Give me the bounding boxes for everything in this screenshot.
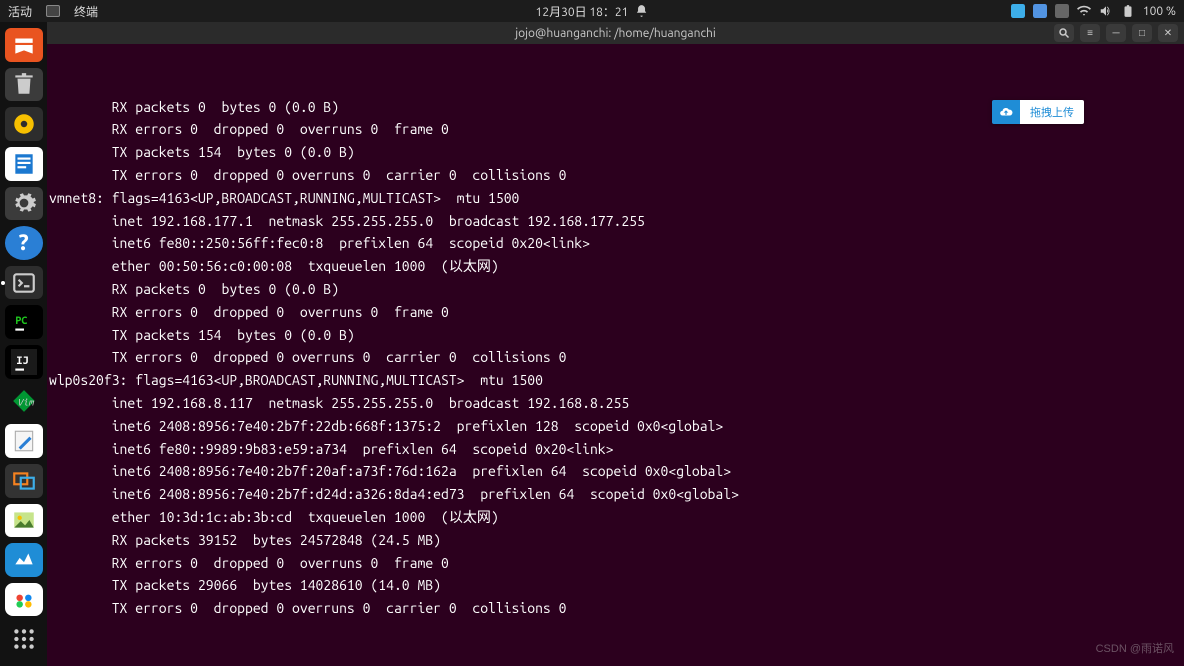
tray-app-3-icon[interactable] — [1055, 4, 1069, 18]
dock-text-editor[interactable] — [5, 424, 43, 458]
terminal-line: RX errors 0 dropped 0 overruns 0 frame 0 — [49, 552, 1178, 575]
watermark: CSDN @雨诺风 — [1096, 640, 1174, 656]
dock-help[interactable]: ? — [5, 226, 43, 260]
dock-ubuntu-software[interactable] — [5, 28, 43, 62]
search-button[interactable] — [1054, 24, 1074, 42]
dock-vim[interactable]: Vim — [5, 385, 43, 419]
volume-icon[interactable] — [1099, 4, 1113, 18]
terminal-line: inet6 fe80::250:56ff:fec0:8 prefixlen 64… — [49, 232, 1178, 255]
dock-trash[interactable] — [5, 68, 43, 102]
terminal-output: RX packets 0 bytes 0 (0.0 B) RX errors 0… — [49, 96, 1178, 620]
battery-icon[interactable] — [1121, 4, 1135, 18]
terminal-line: ether 10:3d:1c:ab:3b:cd txqueuelen 1000 … — [49, 506, 1178, 529]
tray-app-2-icon[interactable] — [1033, 4, 1047, 18]
maximize-button[interactable]: □ — [1132, 24, 1152, 42]
terminal-line: TX packets 154 bytes 0 (0.0 B) — [49, 141, 1178, 164]
wifi-icon[interactable] — [1077, 4, 1091, 18]
dock-libreoffice-writer[interactable] — [5, 147, 43, 181]
minimize-button[interactable]: ─ — [1106, 24, 1126, 42]
menu-button[interactable]: ≡ — [1080, 24, 1100, 42]
dock-baidu-disk[interactable] — [5, 583, 43, 617]
terminal-line: RX packets 39152 bytes 24572848 (24.5 MB… — [49, 529, 1178, 552]
close-button[interactable]: ✕ — [1158, 24, 1178, 42]
dock-settings[interactable] — [5, 187, 43, 221]
terminal-line: inet 192.168.177.1 netmask 255.255.255.0… — [49, 210, 1178, 233]
top-bar: 活动 终端 12月30日 18：21 100 % — [0, 0, 1184, 22]
activities-button[interactable]: 活动 — [8, 3, 32, 20]
notification-icon[interactable] — [634, 4, 648, 18]
window-title: jojo@huanganchi: /home/huanganchi — [515, 27, 716, 40]
dock-intellij[interactable]: IJ — [5, 345, 43, 379]
clock-datetime[interactable]: 12月30日 18：21 — [536, 3, 629, 20]
terminal-line: inet6 2408:8956:7e40:2b7f:22db:668f:1375… — [49, 415, 1178, 438]
terminal-line: RX errors 0 dropped 0 overruns 0 frame 0 — [49, 301, 1178, 324]
current-app-label[interactable]: 终端 — [74, 3, 98, 20]
dock-rhythmbox[interactable] — [5, 107, 43, 141]
terminal-line: wlp0s20f3: flags=4163<UP,BROADCAST,RUNNI… — [49, 369, 1178, 392]
terminal-line: TX errors 0 dropped 0 overruns 0 carrier… — [49, 164, 1178, 187]
upload-widget[interactable]: 拖拽上传 — [992, 100, 1084, 124]
terminal-line: ether 00:50:56:c0:00:08 txqueuelen 1000 … — [49, 255, 1178, 278]
upload-label: 拖拽上传 — [1020, 100, 1084, 124]
dock: ? PC IJ Vim — [0, 22, 47, 666]
svg-text:Vim: Vim — [17, 397, 34, 408]
terminal-line: inet6 2408:8956:7e40:2b7f:d24d:a326:8da4… — [49, 483, 1178, 506]
terminal-line: inet6 fe80::9989:9b83:e59:a734 prefixlen… — [49, 438, 1178, 461]
terminal-line: TX errors 0 dropped 0 overruns 0 carrier… — [49, 597, 1178, 620]
terminal-line: TX errors 0 dropped 0 overruns 0 carrier… — [49, 346, 1178, 369]
window-titlebar: jojo@huanganchi: /home/huanganchi ≡ ─ □ … — [47, 22, 1184, 44]
dock-terminal[interactable] — [5, 266, 43, 300]
terminal-line: RX packets 0 bytes 0 (0.0 B) — [49, 278, 1178, 301]
svg-text:IJ: IJ — [16, 355, 28, 367]
cloud-upload-icon — [992, 100, 1020, 124]
terminal-line: inet6 2408:8956:7e40:2b7f:20af:a73f:76d:… — [49, 460, 1178, 483]
dock-image-viewer[interactable] — [5, 504, 43, 538]
battery-percent: 100 % — [1143, 5, 1176, 18]
dock-meeting[interactable] — [5, 543, 43, 577]
terminal-viewport[interactable]: RX packets 0 bytes 0 (0.0 B) RX errors 0… — [47, 44, 1184, 666]
dock-pycharm[interactable]: PC — [5, 305, 43, 339]
show-applications-button[interactable] — [5, 622, 43, 656]
svg-text:PC: PC — [15, 315, 27, 327]
terminal-line: TX packets 29066 bytes 14028610 (14.0 MB… — [49, 574, 1178, 597]
terminal-line: TX packets 154 bytes 0 (0.0 B) — [49, 324, 1178, 347]
terminal-line: inet 192.168.8.117 netmask 255.255.255.0… — [49, 392, 1178, 415]
terminal-line: vmnet8: flags=4163<UP,BROADCAST,RUNNING,… — [49, 187, 1178, 210]
tray-app-1-icon[interactable] — [1011, 4, 1025, 18]
dock-vmware[interactable] — [5, 464, 43, 498]
terminal-indicator-icon — [46, 5, 60, 17]
